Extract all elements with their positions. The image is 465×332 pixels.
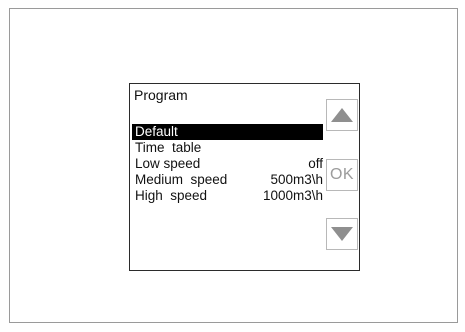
down-button[interactable]: [326, 218, 358, 250]
device-frame: Program Default Time table Low speed off…: [9, 8, 458, 323]
menu-item-time-table[interactable]: Time table: [132, 140, 323, 156]
screen-title: Program: [134, 87, 188, 103]
menu-item-value: 500m3\h: [270, 172, 323, 187]
menu-item-high-speed[interactable]: High speed 1000m3\h: [132, 188, 323, 204]
menu-item-low-speed[interactable]: Low speed off: [132, 156, 323, 172]
menu-item-label: Medium speed: [135, 172, 228, 187]
menu-item-label: Time table: [135, 140, 202, 155]
triangle-up-icon: [331, 108, 353, 122]
menu-item-value: 1000m3\h: [262, 188, 323, 203]
menu-item-label: Default: [135, 124, 178, 139]
program-screen: Program Default Time table Low speed off…: [129, 83, 360, 271]
menu-item-label: High speed: [135, 188, 208, 203]
ok-button-label: OK: [329, 166, 355, 183]
menu-item-medium-speed[interactable]: Medium speed 500m3\h: [132, 172, 323, 188]
up-button[interactable]: [326, 99, 358, 131]
menu-item-default[interactable]: Default: [132, 124, 323, 140]
menu-item-value: off: [308, 156, 323, 171]
program-menu: Default Time table Low speed off Medium …: [132, 124, 323, 204]
ok-button[interactable]: OK: [326, 159, 358, 191]
triangle-down-icon: [331, 227, 353, 241]
menu-item-label: Low speed: [135, 156, 201, 171]
